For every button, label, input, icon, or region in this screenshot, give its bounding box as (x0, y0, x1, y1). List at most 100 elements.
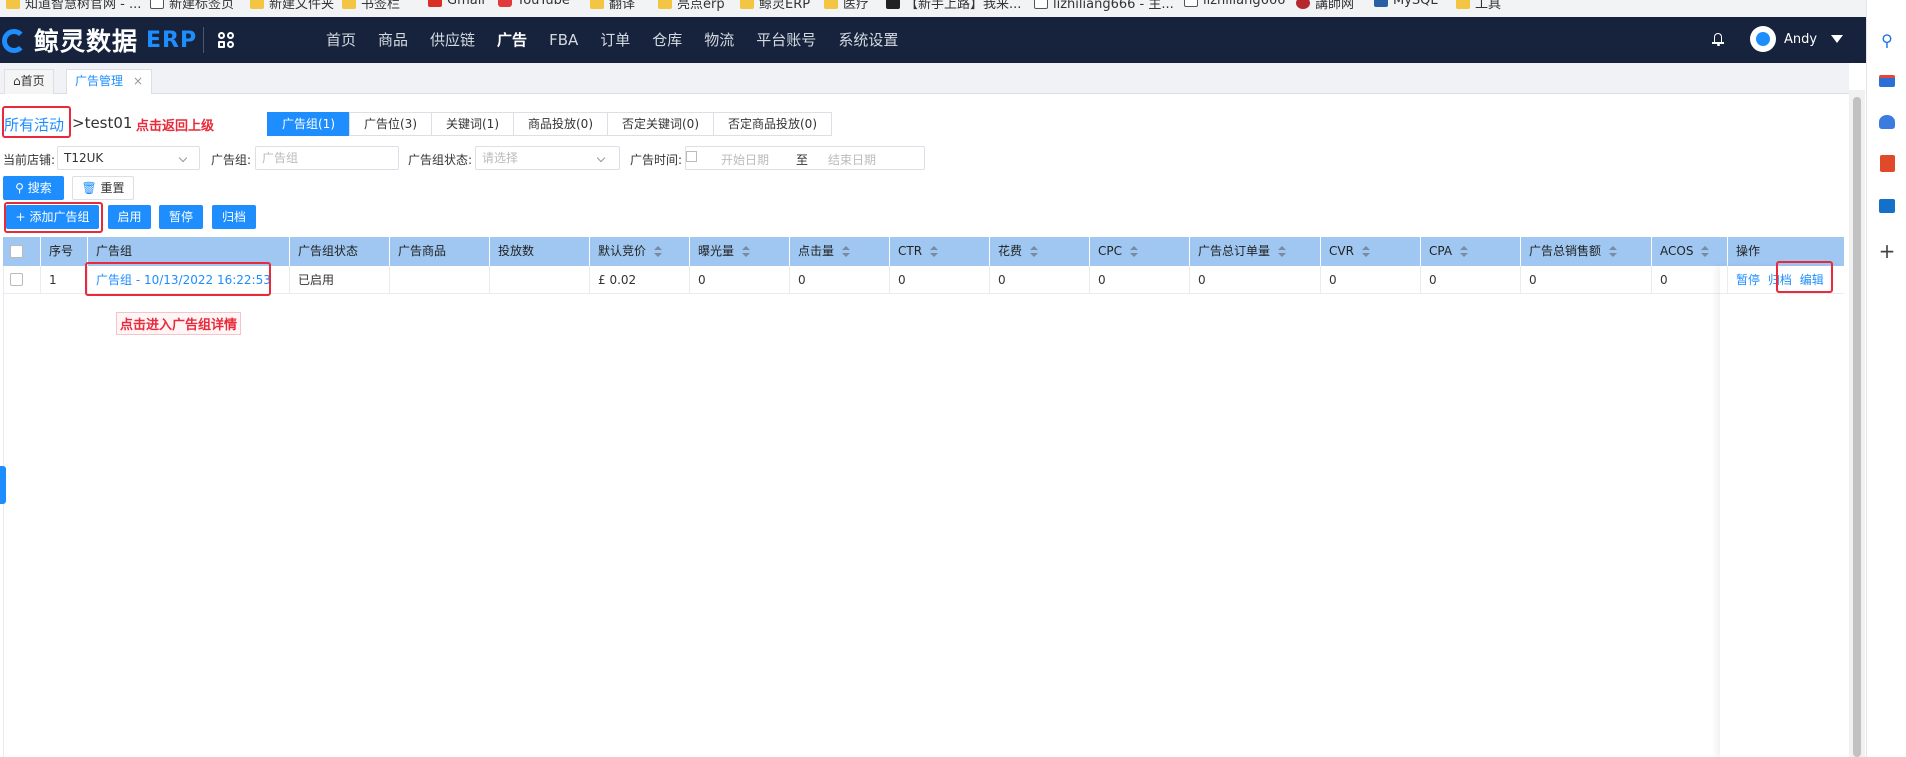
sort-icon (842, 245, 851, 258)
bookmark-item[interactable]: 講師网 (1296, 0, 1354, 12)
table-row: 1 广告组 - 10/13/2022 16:22:53 已启用 £ 0.02 0… (3, 266, 1844, 294)
select-all-checkbox[interactable] (10, 245, 23, 258)
nav-fba[interactable]: FBA (538, 17, 589, 63)
cell-orders: 0 (1190, 266, 1321, 294)
cell-ctr: 0 (890, 266, 990, 294)
bookmark-item[interactable]: Gmail (428, 0, 485, 8)
bookmark-item[interactable]: YouTube (498, 0, 570, 8)
header-cpc[interactable]: CPC (1090, 237, 1190, 266)
bell-icon[interactable] (1712, 33, 1724, 46)
apps-icon[interactable] (218, 32, 236, 50)
annotation-box (1776, 261, 1833, 293)
bookmark-item[interactable]: 亮点erp (658, 0, 725, 12)
page-icon (150, 0, 164, 9)
pause-button[interactable]: 暂停 (159, 205, 203, 229)
folder-icon (740, 0, 754, 9)
page-icon (1374, 0, 1388, 7)
cell-acos: 0 (1652, 266, 1728, 294)
bookmark-item[interactable]: 医疗 (824, 0, 869, 12)
scrollbar-thumb[interactable] (1853, 97, 1861, 757)
tab-ad-management[interactable]: 广告管理 × (66, 69, 153, 94)
tab-home[interactable]: ⌂首页 (4, 69, 54, 94)
archive-button[interactable]: 归档 (212, 205, 256, 229)
header-orders[interactable]: 广告总订单量 (1190, 237, 1321, 266)
sort-icon (742, 245, 751, 258)
annotation-box (85, 262, 271, 296)
sort-icon (1701, 245, 1710, 258)
header-default-bid[interactable]: 默认竞价 (590, 237, 690, 266)
bookmarks-bar: 知道智慧树官网 - ... 新建标签页 新建文件夹 书签栏 Gmail YouT… (0, 0, 1866, 17)
reset-button[interactable]: 🗑 重置 (72, 176, 134, 200)
bookmark-item[interactable]: 工具 (1456, 0, 1501, 12)
nav-products[interactable]: 商品 (367, 17, 419, 63)
tab-placements[interactable]: 广告位(3) (349, 112, 432, 136)
close-icon[interactable]: × (133, 74, 143, 88)
add-icon[interactable]: + (1878, 239, 1896, 263)
gmail-icon (428, 0, 442, 7)
header-cvr[interactable]: CVR (1321, 237, 1421, 266)
header-sales[interactable]: 广告总销售额 (1521, 237, 1652, 266)
start-date-input[interactable]: 开始日期 (721, 151, 769, 168)
end-date-input[interactable]: 结束日期 (828, 151, 876, 168)
cell-bid: £ 0.02 (590, 266, 690, 294)
header-select-all (3, 237, 41, 266)
sidebar-expand-handle[interactable] (0, 466, 6, 504)
ad-group-input[interactable]: 广告组 (255, 146, 399, 170)
nav-home[interactable]: 首页 (315, 17, 367, 63)
header-ctr[interactable]: CTR (890, 237, 990, 266)
tab-negative-products[interactable]: 否定商品投放(0) (713, 112, 832, 136)
app-logo[interactable]: 鲸灵数据 ERP (0, 22, 197, 58)
outlook-icon[interactable] (1878, 197, 1896, 215)
nav-system-settings[interactable]: 系统设置 (827, 17, 909, 63)
bookmark-item[interactable]: 【新手上路】我来... (886, 0, 1021, 12)
bookmark-item[interactable]: 鲸灵ERP (740, 0, 810, 12)
bookmark-item[interactable]: lizhiliang666 (1184, 0, 1285, 8)
nav-ads[interactable]: 广告 (486, 17, 538, 63)
people-icon[interactable] (1878, 113, 1896, 131)
search-button[interactable]: ⚲ 搜索 (3, 176, 64, 200)
nav-warehouse[interactable]: 仓库 (641, 17, 693, 63)
tab-keywords[interactable]: 关键词(1) (431, 112, 514, 136)
enable-button[interactable]: 启用 (108, 205, 151, 229)
header-acos[interactable]: ACOS (1652, 237, 1728, 266)
tab-negative-keywords[interactable]: 否定关键词(0) (607, 112, 714, 136)
user-menu[interactable]: Andy (1750, 26, 1844, 52)
nav-logistics[interactable]: 物流 (693, 17, 745, 63)
annotation-box (2, 106, 71, 138)
toolbox-icon[interactable] (1878, 72, 1896, 90)
fixed-column-shadow (1720, 266, 1844, 757)
header-impressions[interactable]: 曝光量 (690, 237, 790, 266)
whale-logo-icon (0, 23, 30, 57)
bookmark-item[interactable]: 新建标签页 (150, 0, 234, 12)
bookmark-item[interactable]: MySQL (1374, 0, 1438, 8)
page-icon (1184, 0, 1198, 7)
office-icon[interactable] (1878, 154, 1896, 172)
bookmark-item[interactable]: 书签栏 (342, 0, 400, 12)
header-targets: 投放数 (490, 237, 590, 266)
tab-product-targeting[interactable]: 商品投放(0) (513, 112, 608, 136)
cell-product (390, 266, 490, 294)
header-clicks[interactable]: 点击量 (790, 237, 890, 266)
tab-ad-groups[interactable]: 广告组(1) (267, 112, 350, 136)
bookmark-item[interactable]: 翻译 (590, 0, 635, 12)
header-spend[interactable]: 花费 (990, 237, 1090, 266)
cell-impressions: 0 (690, 266, 790, 294)
header-cpa[interactable]: CPA (1421, 237, 1521, 266)
nav-platform-accounts[interactable]: 平台账号 (745, 17, 827, 63)
bookmark-item[interactable]: lizhiliang666 - 主... (1034, 0, 1174, 12)
annotation-box (4, 202, 103, 233)
header-index: 序号 (41, 237, 88, 266)
bookmark-item[interactable]: 知道智慧树官网 - ... (6, 0, 141, 12)
calendar-icon (686, 151, 697, 162)
search-icon[interactable]: ⚲ (1878, 31, 1896, 50)
nav-supply-chain[interactable]: 供应链 (419, 17, 486, 63)
folder-icon (590, 0, 604, 9)
row-checkbox[interactable] (10, 273, 23, 286)
trash-icon: 🗑 (81, 181, 97, 195)
nav-orders[interactable]: 订单 (589, 17, 641, 63)
sort-icon (1609, 245, 1618, 258)
date-range-separator: 至 (796, 153, 809, 167)
cell-cpa: 0 (1421, 266, 1521, 294)
sort-icon (1460, 245, 1469, 258)
bookmark-item[interactable]: 新建文件夹 (250, 0, 334, 12)
